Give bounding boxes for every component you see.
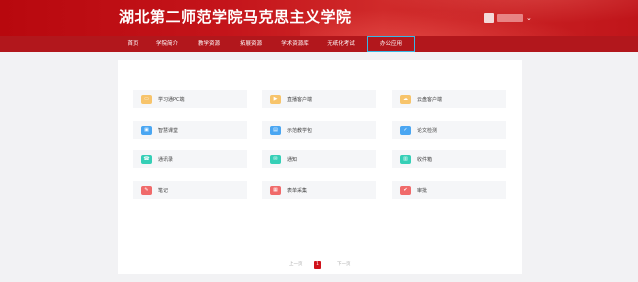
nav-item-extended-resources[interactable]: 拓展资源 bbox=[236, 36, 266, 52]
pc-icon: ▭ bbox=[141, 94, 152, 104]
app-tile[interactable]: ▥ 收件箱 bbox=[392, 150, 506, 168]
prev-page-button[interactable]: 上一页 bbox=[289, 261, 303, 269]
app-tile[interactable]: ▭ 学习通PC端 bbox=[133, 90, 247, 108]
site-header: 湖北第二师范学院马克思主义学院 ⌄ bbox=[0, 0, 638, 36]
app-tile-label: 通知 bbox=[287, 156, 298, 163]
nav-item-college-intro[interactable]: 学院简介 bbox=[152, 36, 182, 52]
app-tile[interactable]: ✉ 通知 bbox=[262, 150, 376, 168]
app-tile-label: 直播客户端 bbox=[287, 96, 313, 103]
app-tile-label: 智慧课堂 bbox=[158, 127, 179, 134]
next-page-button[interactable]: 下一页 bbox=[337, 261, 351, 269]
nav-item-academic-library[interactable]: 学术资源库 bbox=[277, 36, 313, 52]
site-title: 湖北第二师范学院马克思主义学院 bbox=[119, 8, 352, 26]
app-tile[interactable]: ▦ 表单采集 bbox=[262, 181, 376, 199]
nav-item-teaching-resources[interactable]: 教学资源 bbox=[194, 36, 224, 52]
current-page[interactable]: 1 bbox=[314, 261, 321, 269]
main-nav: 首页 学院简介 教学资源 拓展资源 学术资源库 无纸化考试 办公应用 bbox=[0, 36, 638, 52]
cloud-icon: ☁ bbox=[400, 94, 411, 104]
pagination: 上一页 1 下一页 bbox=[0, 261, 638, 271]
chevron-down-icon[interactable]: ⌄ bbox=[526, 13, 532, 23]
app-tile[interactable]: ▤ 示范教学包 bbox=[262, 121, 376, 139]
app-tile-label: 表单采集 bbox=[287, 187, 308, 194]
form-icon: ▦ bbox=[270, 185, 281, 195]
check-icon: ✓ bbox=[400, 125, 411, 135]
contacts-icon: ☎ bbox=[141, 154, 152, 164]
inbox-icon: ▥ bbox=[400, 154, 411, 164]
classroom-icon: ▣ bbox=[141, 125, 152, 135]
app-tile-label: 论文检测 bbox=[417, 127, 438, 134]
app-tile-label: 示范教学包 bbox=[287, 127, 313, 134]
nav-item-office-apps[interactable]: 办公应用 bbox=[367, 36, 415, 52]
app-tile-label: 学习通PC端 bbox=[158, 96, 185, 103]
app-tile-label: 通讯录 bbox=[158, 156, 174, 163]
app-tile[interactable]: ✓ 论文检测 bbox=[392, 121, 506, 139]
live-icon: ▶ bbox=[270, 94, 281, 104]
app-tile-label: 云盘客户端 bbox=[417, 96, 443, 103]
app-tile[interactable]: ✎ 笔记 bbox=[133, 181, 247, 199]
app-tile[interactable]: ✔ 审批 bbox=[392, 181, 506, 199]
app-tile-label: 笔记 bbox=[158, 187, 169, 194]
app-tile-label: 审批 bbox=[417, 187, 428, 194]
avatar[interactable] bbox=[484, 13, 494, 23]
app-tile[interactable]: ☎ 通讯录 bbox=[133, 150, 247, 168]
notice-icon: ✉ bbox=[270, 154, 281, 164]
package-icon: ▤ bbox=[270, 125, 281, 135]
nav-item-paperless-exam[interactable]: 无纸化考试 bbox=[323, 36, 359, 52]
user-menu[interactable]: ⌄ bbox=[484, 12, 532, 24]
app-tile-label: 收件箱 bbox=[417, 156, 433, 163]
approval-icon: ✔ bbox=[400, 185, 411, 195]
user-name-placeholder[interactable] bbox=[497, 14, 523, 22]
notes-icon: ✎ bbox=[141, 185, 152, 195]
app-tile[interactable]: ▶ 直播客户端 bbox=[262, 90, 376, 108]
app-tile[interactable]: ▣ 智慧课堂 bbox=[133, 121, 247, 139]
app-tile[interactable]: ☁ 云盘客户端 bbox=[392, 90, 506, 108]
nav-item-home[interactable]: 首页 bbox=[122, 36, 144, 52]
